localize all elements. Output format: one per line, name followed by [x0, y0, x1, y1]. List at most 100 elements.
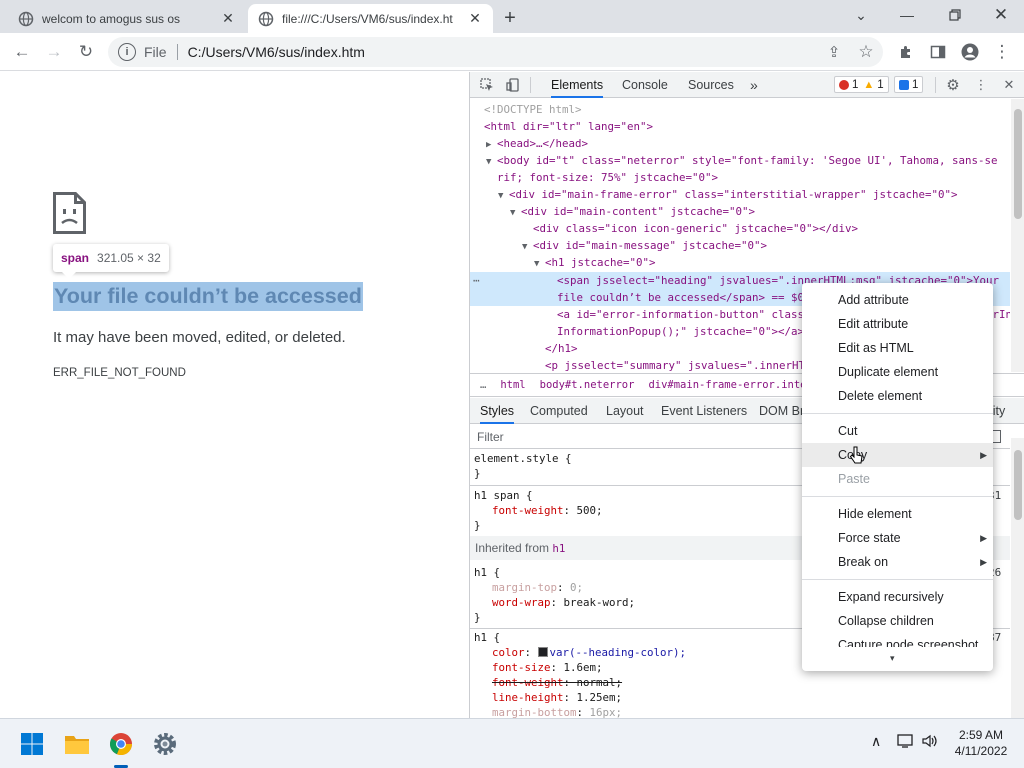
more-tabs-icon[interactable]: »	[750, 72, 758, 98]
dom-node[interactable]: <div class="icon icon-generic" jstcache=…	[533, 220, 1010, 237]
volume-icon[interactable]	[921, 733, 939, 752]
back-arrow-icon[interactable]: ←	[10, 40, 34, 64]
chevron-up-icon[interactable]: ∧	[871, 733, 881, 750]
rule-selector[interactable]: h1 {	[474, 566, 500, 581]
address-bar[interactable]: i File C:/Users/VM6/sus/index.htm	[108, 37, 883, 67]
tab-file[interactable]: file:///C:/Users/VM6/sus/index.ht ✕	[248, 4, 493, 33]
dom-text: <div class="icon icon-generic" jstcache=…	[533, 222, 859, 235]
menu-item-hide-element[interactable]: Hide element	[802, 502, 993, 526]
inherited-label: Inherited from	[475, 541, 550, 555]
issues-badge[interactable]: 1 ▲ 1	[834, 76, 889, 93]
tab-strip: welcom to amogus sus os ✕ file:///C:/Use…	[0, 0, 1024, 33]
tab-computed[interactable]: Computed	[530, 398, 588, 424]
system-clock[interactable]: 2:59 AM 4/11/2022	[948, 727, 1014, 759]
collapse-triangle-icon[interactable]: ▼	[510, 205, 521, 222]
tab-search-icon[interactable]: ⌄	[838, 0, 884, 30]
menu-item-delete-element[interactable]: Delete element	[802, 384, 993, 408]
extensions-puzzle-icon[interactable]	[894, 40, 918, 64]
css-declaration[interactable]: margin-top: 0;	[492, 581, 583, 596]
css-declaration[interactable]: margin-bottom: 16px;	[492, 706, 622, 718]
rule-selector[interactable]: h1 {	[474, 631, 500, 646]
toggle-sidebar-icon[interactable]	[992, 430, 1001, 443]
scrollbar-thumb[interactable]	[1014, 450, 1022, 520]
styles-scrollbar[interactable]	[1011, 438, 1024, 718]
menu-item-force-state[interactable]: Force state ▶	[802, 526, 993, 550]
forward-arrow-icon[interactable]: →	[42, 40, 66, 64]
close-icon[interactable]: ✕	[467, 10, 483, 27]
menu-item-edit-as-html[interactable]: Edit as HTML	[802, 336, 993, 360]
color-swatch[interactable]	[537, 647, 548, 657]
kebab-menu-icon[interactable]: ⋮	[972, 76, 990, 94]
windows-start-icon[interactable]	[16, 728, 48, 760]
tab-elements[interactable]: Elements	[551, 72, 604, 98]
gear-icon[interactable]: ⚙	[944, 76, 962, 94]
breadcrumb-ellipsis[interactable]: …	[480, 379, 486, 391]
css-value: break-word;	[563, 596, 636, 609]
dom-node[interactable]: ▼ <h1 jstcache="0">	[534, 254, 1010, 273]
bookmark-star-icon[interactable]: ☆	[854, 40, 878, 64]
tab-sources[interactable]: Sources	[688, 72, 734, 98]
css-declaration-overridden[interactable]: font-weight: normal;	[492, 676, 622, 691]
breadcrumb-html[interactable]: html	[500, 379, 525, 391]
chrome-icon[interactable]	[105, 728, 137, 760]
window-close-icon[interactable]: ✕	[978, 0, 1024, 30]
scrollbar-thumb[interactable]	[1014, 109, 1022, 219]
menu-item-expand-recursively[interactable]: Expand recursively	[802, 585, 993, 609]
breadcrumb-body[interactable]: body#t.neterror	[540, 379, 635, 391]
dom-node[interactable]: <!DOCTYPE html>	[484, 101, 1010, 118]
menu-item-copy[interactable]: Copy ▶	[802, 443, 993, 467]
maximize-icon[interactable]	[932, 0, 978, 30]
inspect-element-icon[interactable]	[478, 76, 496, 94]
close-icon[interactable]: ✕	[1000, 76, 1018, 94]
menu-item-cut[interactable]: Cut	[802, 419, 993, 443]
inherited-tag[interactable]: h1	[552, 542, 565, 555]
menu-item-add-attribute[interactable]: Add attribute	[802, 288, 993, 312]
collapse-triangle-icon[interactable]: ▼	[534, 256, 545, 273]
rule-selector[interactable]: element.style {	[474, 452, 572, 467]
tab-layout[interactable]: Layout	[606, 398, 644, 424]
tab-styles[interactable]: Styles	[480, 398, 515, 424]
collapse-triangle-icon[interactable]: ▼	[498, 188, 509, 205]
tab-welcome[interactable]: welcom to amogus sus os ✕	[8, 4, 246, 33]
menu-item-duplicate-element[interactable]: Duplicate element	[802, 360, 993, 384]
file-explorer-icon[interactable]	[61, 728, 93, 760]
rule-selector[interactable]: h1 span {	[474, 489, 533, 504]
dom-scrollbar[interactable]	[1011, 99, 1024, 372]
context-menu: Add attribute Edit attribute Edit as HTM…	[802, 283, 993, 671]
settings-gear-icon[interactable]	[149, 728, 181, 760]
close-icon[interactable]: ✕	[220, 10, 236, 27]
submenu-arrow-icon: ▶	[980, 557, 987, 567]
css-declaration[interactable]: font-weight: 500;	[492, 504, 603, 519]
css-declaration[interactable]: word-wrap: break-word;	[492, 596, 635, 611]
tab-event-listeners[interactable]: Event Listeners	[661, 398, 747, 424]
menu-item-edit-attribute[interactable]: Edit attribute	[802, 312, 993, 336]
dom-node-continued: rif; font-size: 75%" jstcache="0">	[497, 169, 1010, 186]
profile-avatar-icon[interactable]	[958, 40, 982, 64]
collapse-triangle-icon[interactable]: ▼	[522, 239, 533, 256]
minimize-icon[interactable]: —	[884, 0, 930, 30]
menu-item-collapse-children[interactable]: Collapse children	[802, 609, 993, 633]
share-icon[interactable]: ⇪	[822, 40, 846, 64]
tab-console[interactable]: Console	[622, 72, 668, 98]
menu-item-paste[interactable]: Paste	[802, 467, 993, 491]
kebab-menu-icon[interactable]: ⋮	[990, 40, 1014, 64]
reload-icon[interactable]: ↻	[74, 40, 98, 64]
network-icon[interactable]	[897, 733, 915, 752]
info-icon[interactable]: i	[118, 43, 136, 61]
css-declaration[interactable]: color: var(--heading-color);	[492, 646, 686, 661]
css-property: word-wrap	[492, 596, 551, 609]
menu-scroll-down-icon[interactable]: ▾	[890, 653, 895, 664]
menu-item-break-on[interactable]: Break on ▶	[802, 550, 993, 574]
side-panel-icon[interactable]	[926, 40, 950, 64]
tab-dom-breakpoints[interactable]: DOM Br	[759, 398, 804, 424]
css-declaration[interactable]: font-size: 1.6em;	[492, 661, 603, 676]
css-declaration[interactable]: line-height: 1.25em;	[492, 691, 622, 706]
collapse-triangle-icon[interactable]: ▼	[486, 154, 497, 171]
messages-badge[interactable]: 1	[894, 76, 924, 93]
menu-item-capture-node-screenshot[interactable]: Capture node screenshot	[802, 633, 993, 647]
ellipsis-icon[interactable]: ⋯	[473, 272, 480, 289]
mouse-cursor-icon	[849, 446, 863, 464]
new-tab-button[interactable]: +	[498, 6, 522, 30]
device-toolbar-icon[interactable]	[504, 76, 522, 94]
dom-node[interactable]: <html dir="ltr" lang="en">	[484, 118, 1010, 135]
